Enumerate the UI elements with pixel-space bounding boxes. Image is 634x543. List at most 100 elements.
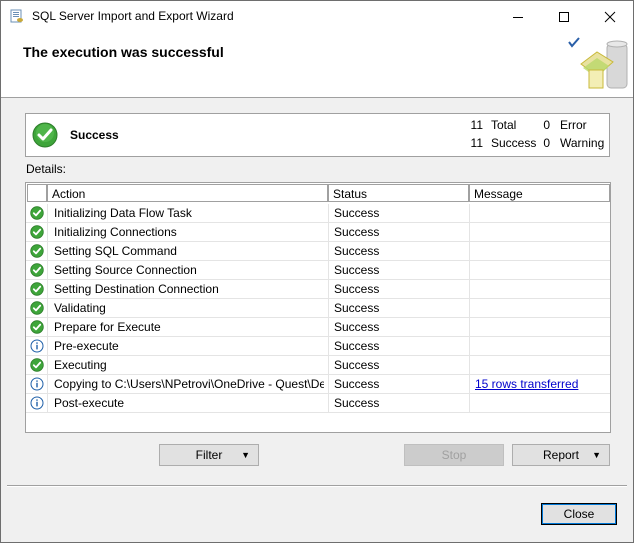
wizard-banner-icon	[568, 37, 628, 89]
filter-button[interactable]: Filter ▼	[159, 444, 259, 466]
column-divider	[47, 299, 48, 318]
column-divider	[328, 375, 329, 394]
table-row[interactable]: Pre-execute Success	[26, 337, 610, 356]
column-divider	[47, 261, 48, 280]
page-title: The execution was successful	[23, 44, 224, 60]
table-row[interactable]: Setting Destination Connection Success	[26, 280, 610, 299]
table-row[interactable]: Post-execute Success	[26, 394, 610, 413]
table-row[interactable]: Executing Success	[26, 356, 610, 375]
table-row[interactable]: Initializing Connections Success	[26, 223, 610, 242]
close-button[interactable]: Close	[541, 503, 617, 525]
header-action[interactable]: Action	[47, 184, 328, 202]
title-bar[interactable]: SQL Server Import and Export Wizard	[1, 1, 633, 32]
minimize-icon	[513, 16, 523, 18]
row-status: Success	[334, 396, 380, 410]
total-label: Total	[491, 118, 517, 132]
column-divider	[47, 204, 48, 223]
success-icon	[30, 244, 44, 258]
column-divider	[328, 337, 329, 356]
report-button[interactable]: Report ▼	[512, 444, 610, 466]
table-row[interactable]: Copying to C:\Users\NPetrovi\OneDrive - …	[26, 375, 610, 394]
row-message	[475, 318, 605, 336]
row-action: Setting Source Connection	[54, 263, 197, 277]
column-divider	[328, 356, 329, 375]
row-action: Executing	[54, 358, 107, 372]
column-divider	[47, 375, 48, 394]
column-divider	[47, 242, 48, 261]
success-icon	[30, 206, 44, 220]
row-message	[475, 337, 605, 355]
column-divider	[328, 318, 329, 337]
details-label: Details:	[26, 162, 67, 176]
table-row[interactable]: Prepare for Execute Success	[26, 318, 610, 337]
column-divider	[469, 318, 470, 337]
column-divider	[328, 261, 329, 280]
row-status: Success	[334, 358, 380, 372]
column-divider	[328, 394, 329, 413]
header-message[interactable]: Message	[469, 184, 610, 202]
table-row[interactable]: Validating Success	[26, 299, 610, 318]
row-action: Copying to C:\Users\NPetrovi\OneDrive - …	[54, 377, 324, 391]
row-action: Initializing Data Flow Task	[54, 206, 192, 220]
warning-count: 0	[543, 136, 550, 150]
row-status: Success	[334, 225, 380, 239]
info-icon	[30, 339, 44, 353]
row-action: Prepare for Execute	[54, 320, 161, 334]
window-title: SQL Server Import and Export Wizard	[32, 9, 234, 23]
execution-summary: Success 11 Total 11 Success 0 Error 0 Wa…	[25, 113, 610, 157]
warning-label: Warning	[560, 136, 605, 150]
header-icon-column[interactable]	[27, 184, 47, 202]
row-action: Initializing Connections	[54, 225, 177, 239]
dropdown-arrow-icon: ▼	[241, 450, 250, 460]
table-row[interactable]: Setting Source Connection Success	[26, 261, 610, 280]
close-window-button[interactable]	[587, 1, 633, 32]
row-status: Success	[334, 377, 380, 391]
dropdown-arrow-icon: ▼	[592, 450, 601, 460]
header-status[interactable]: Status	[328, 184, 469, 202]
table-row[interactable]: Initializing Data Flow Task Success	[26, 204, 610, 223]
row-status: Success	[334, 282, 380, 296]
grid-rows: Initializing Data Flow Task Success Initia…	[26, 204, 610, 413]
row-message	[475, 299, 605, 317]
success-icon	[30, 263, 44, 277]
row-message	[475, 204, 605, 222]
success-icon	[30, 301, 44, 315]
column-divider	[469, 242, 470, 261]
maximize-button[interactable]	[541, 1, 587, 32]
column-divider	[47, 394, 48, 413]
report-button-label: Report	[542, 448, 580, 462]
column-divider	[47, 280, 48, 299]
row-message-link[interactable]: 15 rows transferred	[475, 375, 605, 393]
error-count: 0	[543, 118, 550, 132]
column-divider	[469, 299, 470, 318]
stop-button[interactable]: Stop	[404, 444, 504, 466]
column-divider	[47, 337, 48, 356]
app-icon	[10, 9, 23, 23]
row-status: Success	[334, 320, 380, 334]
column-divider	[469, 223, 470, 242]
column-divider	[47, 223, 48, 242]
details-grid[interactable]: Action Status Message Initializing Data …	[25, 182, 611, 433]
close-icon	[604, 11, 616, 22]
row-action: Setting Destination Connection	[54, 282, 219, 296]
column-divider	[328, 299, 329, 318]
info-icon	[30, 396, 44, 410]
divider	[7, 485, 627, 487]
row-status: Success	[334, 263, 380, 277]
success-icon	[30, 358, 44, 372]
column-divider	[469, 261, 470, 280]
row-status: Success	[334, 244, 380, 258]
column-divider	[328, 242, 329, 261]
row-action: Post-execute	[54, 396, 125, 410]
column-divider	[469, 280, 470, 299]
row-message	[475, 261, 605, 279]
table-row[interactable]: Setting SQL Command Success	[26, 242, 610, 261]
maximize-icon	[559, 11, 569, 22]
minimize-button[interactable]	[495, 1, 541, 32]
column-divider	[469, 375, 470, 394]
row-action: Pre-execute	[54, 339, 119, 353]
row-message	[475, 280, 605, 298]
column-divider	[469, 337, 470, 356]
column-divider	[328, 280, 329, 299]
row-message	[475, 223, 605, 241]
